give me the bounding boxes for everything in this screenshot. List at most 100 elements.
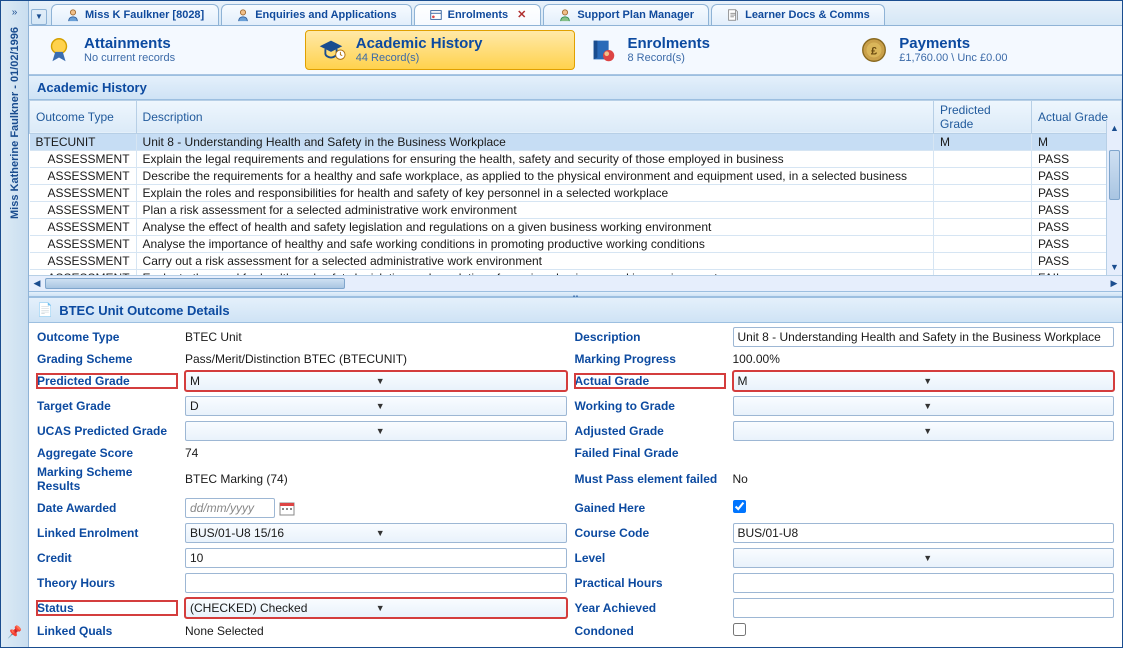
table-row[interactable]: ASSESSMENTDescribe the requirements for … — [30, 167, 1122, 184]
field-date-awarded: dd/mm/yyyy — [185, 498, 567, 518]
val-outcome-type: BTEC Unit — [185, 330, 567, 344]
cell-outcome: ASSESSMENT — [30, 218, 137, 235]
card-payments[interactable]: £ Payments£1,760.00 \ Unc £0.00 — [848, 30, 1118, 70]
sidebar-collapsed[interactable]: » Miss Katherine Faulkner - 01/02/1996 📌 — [1, 1, 29, 647]
tab-learner-docs[interactable]: Learner Docs & Comms — [711, 4, 885, 25]
col-description[interactable]: Description — [136, 100, 933, 133]
lbl-status: Status — [37, 601, 177, 615]
lbl-marking-progress: Marking Progress — [575, 352, 725, 366]
field-description[interactable]: Unit 8 - Understanding Health and Safety… — [733, 327, 1115, 347]
card-academic-history[interactable]: Academic History44 Record(s) — [305, 30, 575, 70]
lbl-date-awarded: Date Awarded — [37, 501, 177, 515]
field-theory-hours[interactable] — [185, 573, 567, 593]
calendar-icon[interactable] — [279, 500, 295, 516]
outcome-details-form: Outcome Type BTEC Unit Description Unit … — [29, 323, 1122, 647]
horizontal-scrollbar[interactable]: ◀ ▶ — [29, 275, 1122, 291]
person-icon — [236, 8, 250, 22]
tab-label: Learner Docs & Comms — [745, 9, 870, 21]
val-marking-scheme-results: BTEC Marking (74) — [185, 472, 567, 486]
date-input[interactable]: dd/mm/yyyy — [185, 498, 275, 518]
tab-learner[interactable]: Miss K Faulkner [8028] — [51, 4, 219, 25]
scroll-thumb[interactable] — [45, 278, 345, 289]
card-enrolments[interactable]: Enrolments8 Record(s) — [577, 30, 847, 70]
combo-linked-enrolment[interactable]: BUS/01-U8 15/16▼ — [185, 523, 567, 543]
tab-enrolments[interactable]: Enrolments ✕ — [414, 4, 542, 25]
graduation-icon — [316, 35, 346, 65]
checkbox-gained-here[interactable] — [733, 500, 1115, 516]
col-outcome-type[interactable]: Outcome Type — [30, 100, 137, 133]
tab-overflow-button[interactable]: ▼ — [31, 9, 47, 25]
chevron-down-icon: ▼ — [376, 528, 562, 538]
lbl-marking-scheme-results: Marking Scheme Results — [37, 465, 177, 493]
scroll-down-arrow[interactable]: ▼ — [1107, 259, 1122, 275]
combo-ucas-predicted[interactable]: ▼ — [185, 421, 567, 441]
tab-label: Enrolments — [448, 9, 509, 21]
cell-predicted — [934, 150, 1032, 167]
doc-icon — [726, 8, 740, 22]
tab-label: Support Plan Manager — [577, 9, 694, 21]
cell-predicted — [934, 235, 1032, 252]
person-icon — [66, 8, 80, 22]
cell-description: Explain the roles and responsibilities f… — [136, 184, 933, 201]
close-icon[interactable]: ✕ — [517, 8, 526, 21]
val-grading-scheme: Pass/Merit/Distinction BTEC (BTECUNIT) — [185, 352, 567, 366]
grid-container: Outcome Type Description Predicted Grade… — [29, 100, 1122, 276]
field-practical-hours[interactable] — [733, 573, 1115, 593]
card-sub: £1,760.00 \ Unc £0.00 — [899, 52, 1007, 64]
card-title: Payments — [899, 35, 1007, 52]
table-row[interactable]: ASSESSMENTAnalyse the importance of heal… — [30, 235, 1122, 252]
combo-actual-grade[interactable]: M▼ — [733, 371, 1115, 391]
lbl-must-pass: Must Pass element failed — [575, 472, 725, 486]
tab-enquiries[interactable]: Enquiries and Applications — [221, 4, 411, 25]
lbl-course-code: Course Code — [575, 526, 725, 540]
cell-outcome: ASSESSMENT — [30, 235, 137, 252]
combo-adjusted-grade[interactable]: ▼ — [733, 421, 1115, 441]
field-credit[interactable]: 10 — [185, 548, 567, 568]
tab-label: Enquiries and Applications — [255, 9, 396, 21]
combo-working-to-grade[interactable]: ▼ — [733, 396, 1115, 416]
tab-support-plan[interactable]: Support Plan Manager — [543, 4, 709, 25]
cell-predicted — [934, 252, 1032, 269]
tab-label: Miss K Faulkner [8028] — [85, 9, 204, 21]
combo-predicted-grade[interactable]: M▼ — [185, 371, 567, 391]
lbl-predicted-grade: Predicted Grade — [37, 374, 177, 388]
card-attainments[interactable]: AttainmentsNo current records — [33, 30, 303, 70]
scroll-up-arrow[interactable]: ▲ — [1107, 120, 1122, 136]
col-predicted-grade[interactable]: Predicted Grade — [934, 100, 1032, 133]
enrolment-icon — [429, 8, 443, 22]
card-sub: 44 Record(s) — [356, 52, 483, 64]
vertical-scrollbar[interactable]: ▲ ▼ — [1106, 120, 1122, 276]
lbl-ucas-predicted: UCAS Predicted Grade — [37, 424, 177, 438]
scroll-thumb[interactable] — [1109, 150, 1120, 200]
card-sub: 8 Record(s) — [628, 52, 711, 64]
table-row[interactable]: ASSESSMENTCarry out a risk assessment fo… — [30, 252, 1122, 269]
field-course-code[interactable]: BUS/01-U8 — [733, 523, 1115, 543]
table-row[interactable]: ASSESSMENTExplain the legal requirements… — [30, 150, 1122, 167]
val-must-pass: No — [733, 472, 1115, 486]
table-row[interactable]: ASSESSMENTPlan a risk assessment for a s… — [30, 201, 1122, 218]
combo-status[interactable]: (CHECKED) Checked▼ — [185, 598, 567, 618]
checkbox-condoned[interactable] — [733, 623, 1115, 639]
chevron-down-icon: ▼ — [376, 401, 562, 411]
lbl-condoned: Condoned — [575, 624, 725, 638]
chevron-down-icon: ▼ — [923, 553, 1109, 563]
cell-predicted — [934, 167, 1032, 184]
scroll-left-arrow[interactable]: ◀ — [29, 276, 45, 291]
table-row[interactable]: ASSESSMENTExplain the roles and responsi… — [30, 184, 1122, 201]
cell-predicted — [934, 184, 1032, 201]
field-year-achieved[interactable] — [733, 598, 1115, 618]
pin-icon[interactable]: 📌 — [7, 625, 22, 639]
lbl-outcome-type: Outcome Type — [37, 330, 177, 344]
book-icon — [588, 35, 618, 65]
lbl-aggregate-score: Aggregate Score — [37, 446, 177, 460]
table-row[interactable]: ASSESSMENTAnalyse the effect of health a… — [30, 218, 1122, 235]
chevron-down-icon: ▼ — [376, 426, 562, 436]
sidebar-expand-arrow[interactable]: » — [8, 5, 22, 19]
combo-target-grade[interactable]: D▼ — [185, 396, 567, 416]
chevron-down-icon: ▼ — [923, 401, 1109, 411]
combo-level[interactable]: ▼ — [733, 548, 1115, 568]
chevron-down-icon: ▼ — [376, 376, 562, 386]
scroll-right-arrow[interactable]: ▶ — [1106, 276, 1122, 291]
table-row[interactable]: BTECUNITUnit 8 - Understanding Health an… — [30, 133, 1122, 150]
academic-history-grid[interactable]: Outcome Type Description Predicted Grade… — [29, 100, 1122, 276]
